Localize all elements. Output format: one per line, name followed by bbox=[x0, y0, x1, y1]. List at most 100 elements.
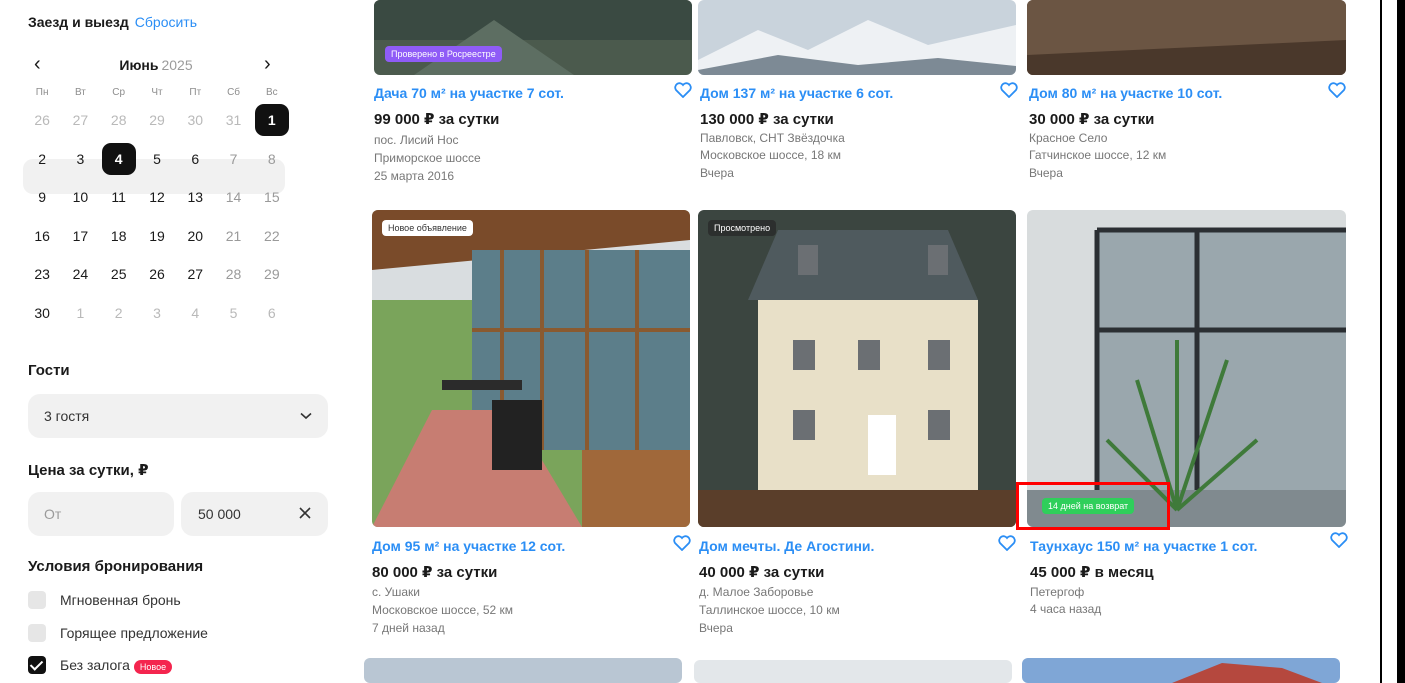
calendar-day[interactable]: 31 bbox=[214, 104, 252, 136]
calendar-day[interactable]: 12 bbox=[138, 181, 176, 213]
calendar-day[interactable]: 14 bbox=[214, 181, 252, 213]
listing-title[interactable]: Дом 95 м² на участке 12 сот. bbox=[372, 538, 565, 554]
calendar-day[interactable]: 21 bbox=[214, 220, 252, 252]
calendar-day[interactable]: 28 bbox=[100, 104, 138, 136]
chevron-right-icon[interactable]: › bbox=[264, 54, 271, 74]
condition-label: Мгновенная бронь bbox=[60, 592, 181, 608]
day-number: 15 bbox=[264, 189, 280, 206]
checkbox[interactable] bbox=[28, 591, 46, 609]
guests-select[interactable]: 3 гостя bbox=[28, 394, 328, 438]
heart-icon[interactable] bbox=[1330, 532, 1348, 548]
calendar-day[interactable]: 28 bbox=[214, 258, 252, 290]
listing-photo[interactable] bbox=[698, 0, 1016, 75]
heart-icon[interactable] bbox=[998, 535, 1016, 551]
day-number: 2 bbox=[38, 150, 47, 167]
calendar-day[interactable]: 25 bbox=[100, 258, 138, 290]
calendar-header: ‹ Июнь 2025 › bbox=[28, 54, 284, 76]
calendar-day[interactable]: 16 bbox=[23, 220, 61, 252]
checkbox-checked[interactable] bbox=[28, 656, 46, 674]
calendar-day[interactable]: 13 bbox=[176, 181, 214, 213]
calendar-day[interactable]: 19 bbox=[138, 220, 176, 252]
day-number: 12 bbox=[149, 189, 165, 206]
calendar-day[interactable]: 22 bbox=[253, 220, 291, 252]
day-number: 29 bbox=[149, 112, 165, 129]
checkbox[interactable] bbox=[28, 624, 46, 642]
day-number: 19 bbox=[149, 227, 165, 244]
calendar-day[interactable]: 11 bbox=[100, 181, 138, 213]
day-number: 24 bbox=[72, 266, 89, 283]
condition-no-deposit[interactable]: Без залога Новое bbox=[28, 656, 173, 674]
heart-icon[interactable] bbox=[1328, 82, 1346, 98]
calendar-day[interactable]: 26 bbox=[138, 258, 176, 290]
listing-location: Петергоф bbox=[1030, 585, 1085, 599]
calendar-day[interactable]: 27 bbox=[176, 258, 214, 290]
day-number: 20 bbox=[187, 227, 204, 244]
listing-photo[interactable] bbox=[1027, 0, 1346, 75]
calendar-day[interactable]: 4 bbox=[176, 297, 214, 329]
calendar-day[interactable]: 10 bbox=[61, 181, 99, 213]
listing-photo[interactable] bbox=[364, 658, 682, 683]
calendar-day-selected[interactable]: 4 bbox=[100, 142, 138, 175]
listing-price: 80 000 ₽ за сутки bbox=[372, 564, 498, 581]
listing-highway: Гатчинское шоссе, 12 км bbox=[1029, 148, 1167, 162]
calendar-day[interactable]: 29 bbox=[253, 258, 291, 290]
calendar-day[interactable]: 2 bbox=[100, 297, 138, 329]
condition-hot-offer[interactable]: Горящее предложение bbox=[28, 624, 208, 642]
reset-dates-link[interactable]: Сбросить bbox=[135, 14, 197, 30]
calendar-day[interactable]: 29 bbox=[138, 104, 176, 136]
calendar-day[interactable]: 18 bbox=[100, 220, 138, 252]
day-number: 27 bbox=[187, 266, 204, 283]
listing-location: д. Малое Заборовье bbox=[699, 585, 814, 599]
calendar-day[interactable]: 30 bbox=[23, 297, 61, 329]
heart-icon[interactable] bbox=[1000, 82, 1018, 98]
weekday-label: Пн bbox=[35, 86, 49, 98]
calendar-day[interactable]: 20 bbox=[176, 220, 214, 252]
calendar-day[interactable]: 9 bbox=[23, 181, 61, 213]
window-frame-right bbox=[1397, 0, 1405, 683]
listing-title[interactable]: Дом 137 м² на участке 6 сот. bbox=[700, 85, 893, 101]
day-number: 7 bbox=[229, 150, 238, 167]
day-number: 30 bbox=[34, 304, 50, 321]
calendar-day[interactable]: 8 bbox=[253, 143, 291, 175]
listing-photo[interactable] bbox=[694, 660, 1012, 683]
calendar-day[interactable]: 3 bbox=[61, 143, 99, 175]
calendar-year: 2025 bbox=[161, 57, 193, 73]
calendar-day[interactable]: 7 bbox=[214, 143, 252, 175]
day-number: 1 bbox=[254, 104, 289, 137]
calendar-day-selected[interactable]: 1 bbox=[253, 104, 291, 137]
listing-title[interactable]: Дом мечты. Де Агостини. bbox=[699, 538, 874, 554]
listing-title[interactable]: Дом 80 м² на участке 10 сот. bbox=[1029, 85, 1222, 101]
heart-icon[interactable] bbox=[673, 535, 691, 551]
calendar-month-label: Июнь 2025 bbox=[28, 57, 284, 73]
calendar-day[interactable]: 6 bbox=[176, 143, 214, 175]
calendar-day[interactable]: 26 bbox=[23, 104, 61, 136]
calendar-day[interactable]: 2 bbox=[23, 143, 61, 175]
calendar-day[interactable]: 6 bbox=[253, 297, 291, 329]
calendar-day[interactable]: 5 bbox=[138, 143, 176, 175]
condition-instant-booking[interactable]: Мгновенная бронь bbox=[28, 591, 181, 609]
calendar-day[interactable]: 23 bbox=[23, 258, 61, 290]
listing-photo[interactable] bbox=[698, 210, 1016, 527]
listing-location: с. Ушаки bbox=[372, 585, 421, 599]
viewed-tag: Просмотрено bbox=[708, 220, 777, 236]
calendar-day[interactable]: 5 bbox=[214, 297, 252, 329]
calendar-day[interactable]: 15 bbox=[253, 181, 291, 213]
calendar-day[interactable]: 27 bbox=[61, 104, 99, 136]
price-from-input[interactable]: От bbox=[28, 492, 174, 536]
close-icon[interactable] bbox=[299, 503, 311, 524]
calendar-day[interactable]: 30 bbox=[176, 104, 214, 136]
listing-title[interactable]: Таунхаус 150 м² на участке 1 сот. bbox=[1030, 538, 1257, 554]
calendar-day[interactable]: 1 bbox=[61, 297, 99, 329]
listing-photo[interactable] bbox=[374, 0, 692, 75]
heart-icon[interactable] bbox=[674, 82, 692, 98]
listing-photo[interactable] bbox=[1022, 658, 1340, 683]
day-number: 1 bbox=[76, 304, 85, 321]
calendar-day[interactable]: 17 bbox=[61, 220, 99, 252]
listing-photo[interactable] bbox=[1027, 210, 1346, 527]
day-number: 16 bbox=[34, 227, 50, 244]
calendar-day[interactable]: 3 bbox=[138, 297, 176, 329]
calendar-day[interactable]: 24 bbox=[61, 258, 99, 290]
day-number: 26 bbox=[149, 266, 165, 283]
listing-photo[interactable] bbox=[372, 210, 690, 527]
listing-title[interactable]: Дача 70 м² на участке 7 сот. bbox=[374, 85, 564, 101]
